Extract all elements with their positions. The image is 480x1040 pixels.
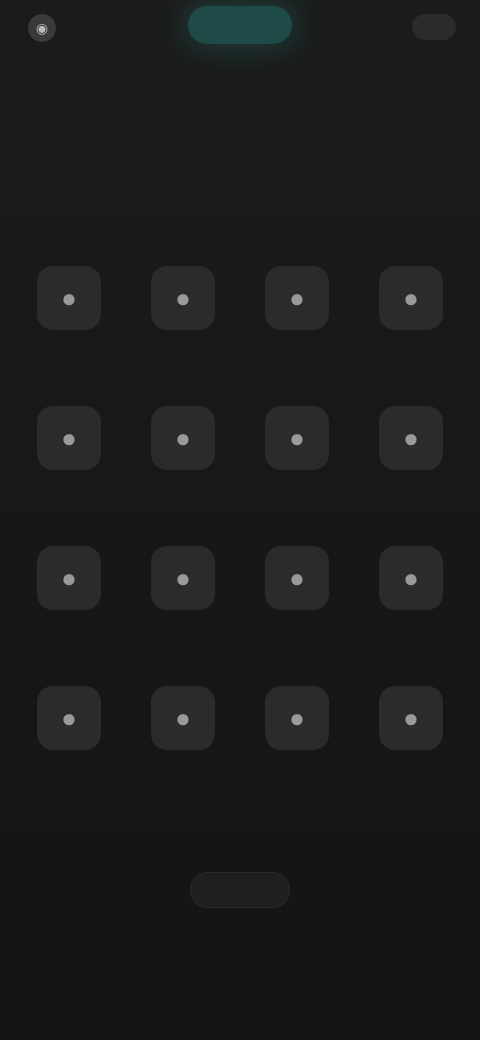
app-icon: ●: [37, 546, 101, 610]
grid-tile[interactable]: ●: [354, 392, 468, 532]
app-grid: ● ● ● ● ● ● ● ● ● ● ● ● ● ● ● ●: [12, 252, 468, 812]
app-icon: ●: [151, 266, 215, 330]
app-icon: ●: [37, 266, 101, 330]
grid-tile[interactable]: ●: [12, 392, 126, 532]
grid-tile[interactable]: ●: [240, 672, 354, 812]
app-icon: ●: [265, 406, 329, 470]
logo[interactable]: ◉: [28, 14, 64, 42]
app-icon: ●: [265, 546, 329, 610]
grid-tile[interactable]: ●: [12, 252, 126, 392]
grid-tile[interactable]: ●: [354, 672, 468, 812]
top-right-actions: [402, 14, 456, 40]
app-icon: ●: [265, 266, 329, 330]
app-icon: ●: [151, 546, 215, 610]
grid-tile[interactable]: ●: [12, 532, 126, 672]
grid-tile[interactable]: ●: [12, 672, 126, 812]
logo-icon: ◉: [28, 14, 56, 42]
app-icon: ●: [379, 686, 443, 750]
grid-tile[interactable]: ●: [240, 532, 354, 672]
more-button[interactable]: [190, 872, 290, 908]
app-icon: ●: [379, 406, 443, 470]
app-icon: ●: [379, 546, 443, 610]
mode-toggle-button[interactable]: [188, 6, 292, 44]
app-icon: ●: [151, 686, 215, 750]
app-screen: ◉ ● ● ● ● ● ● ● ● ● ● ● ● ● ● ● ●: [0, 0, 480, 1040]
top-right-button[interactable]: [412, 14, 456, 40]
grid-tile[interactable]: ●: [126, 532, 240, 672]
grid-tile[interactable]: ●: [126, 252, 240, 392]
grid-tile[interactable]: ●: [126, 392, 240, 532]
app-icon: ●: [379, 266, 443, 330]
app-icon: ●: [37, 406, 101, 470]
grid-tile[interactable]: ●: [354, 252, 468, 392]
app-icon: ●: [37, 686, 101, 750]
grid-tile[interactable]: ●: [240, 252, 354, 392]
grid-tile[interactable]: ●: [240, 392, 354, 532]
app-icon: ●: [265, 686, 329, 750]
grid-tile[interactable]: ●: [354, 532, 468, 672]
top-bar: ◉: [0, 0, 480, 60]
grid-tile[interactable]: ●: [126, 672, 240, 812]
app-icon: ●: [151, 406, 215, 470]
